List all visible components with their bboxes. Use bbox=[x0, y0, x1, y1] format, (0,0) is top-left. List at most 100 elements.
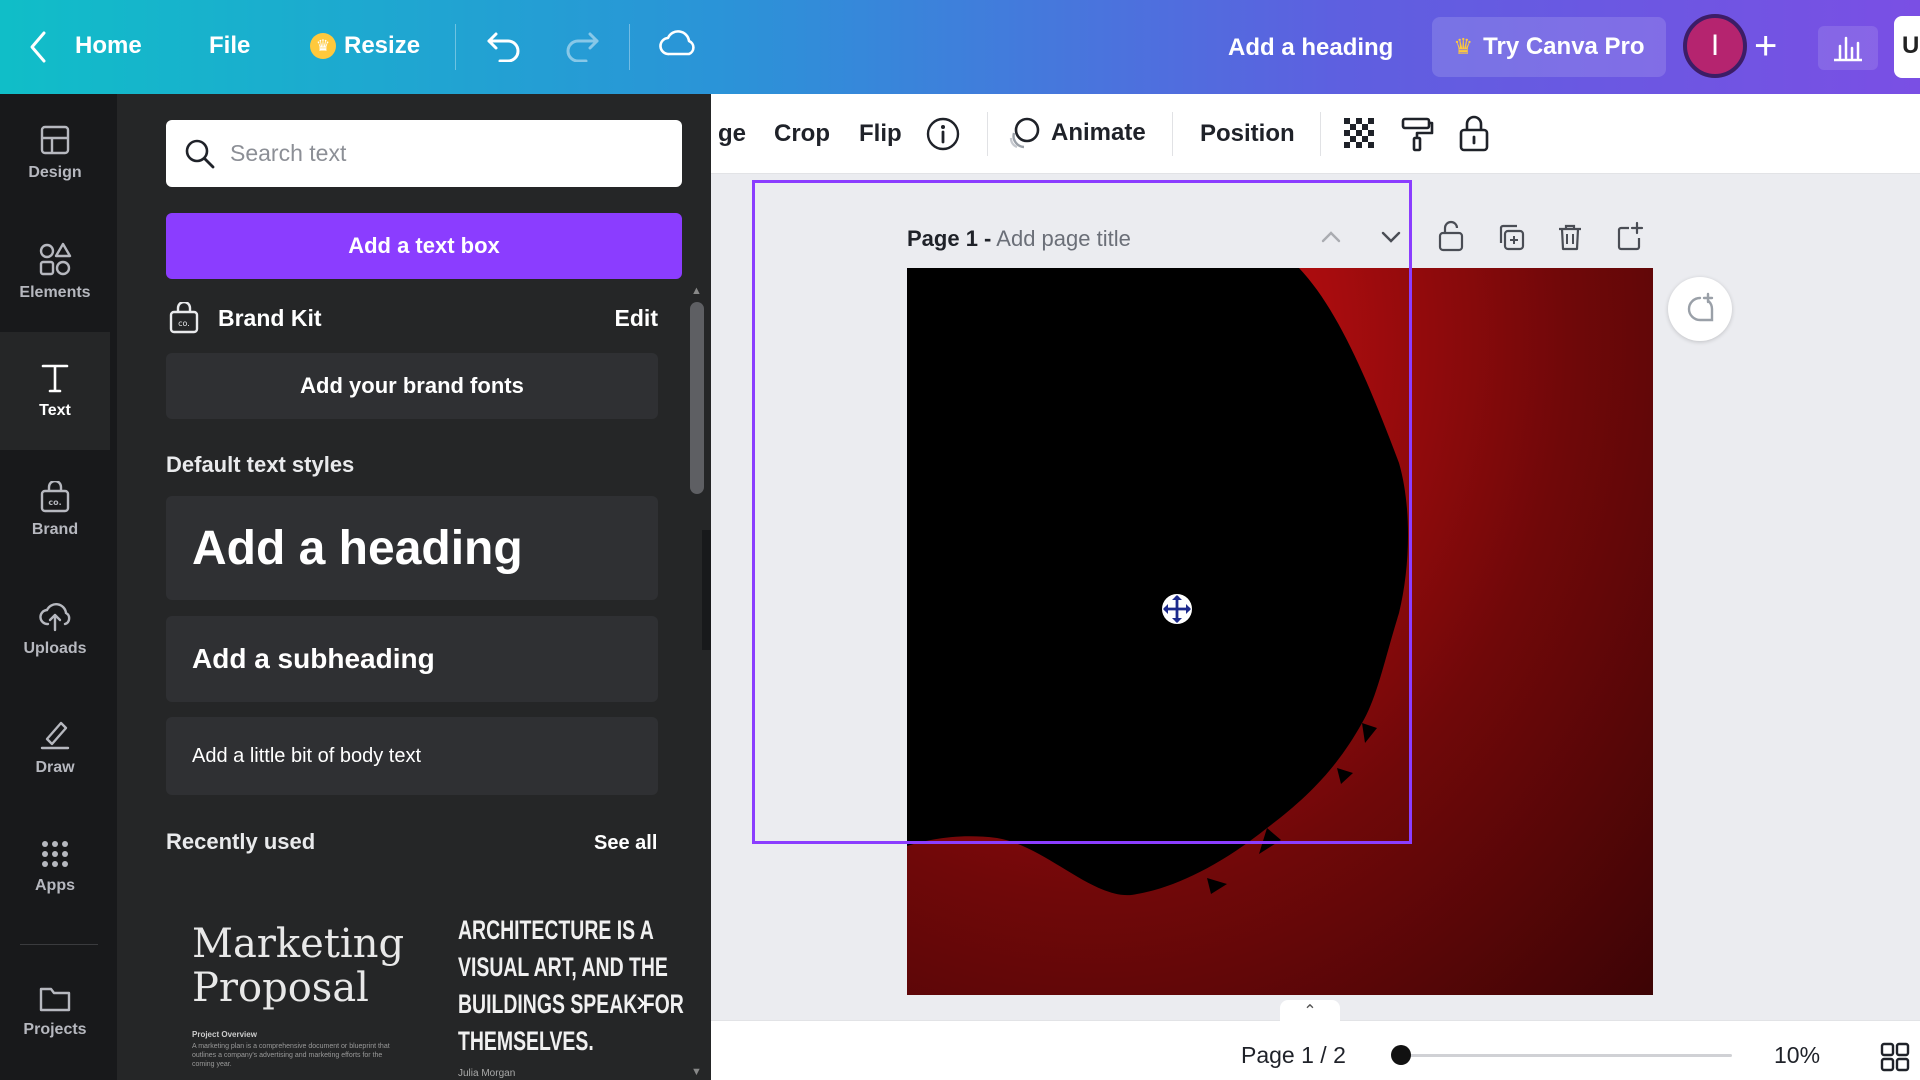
rail-divider bbox=[20, 944, 98, 945]
crown-icon: ♛ bbox=[1453, 34, 1474, 59]
quote-line: THEMSELVES. bbox=[458, 1026, 594, 1056]
add-comment-button[interactable] bbox=[1668, 277, 1732, 341]
delete-page-icon[interactable] bbox=[1556, 222, 1584, 257]
selection-frame[interactable] bbox=[752, 180, 1412, 844]
rail-label: Projects bbox=[23, 1021, 87, 1038]
marketing-title: Marketing Proposal bbox=[192, 922, 404, 1010]
avatar[interactable]: I bbox=[1683, 14, 1747, 78]
brand-kit-row: co. Brand Kit Edit bbox=[168, 302, 658, 334]
try-pro-label: Try Canva Pro bbox=[1483, 33, 1645, 60]
zoom-slider[interactable] bbox=[1400, 1054, 1732, 1057]
search-placeholder: Search text bbox=[230, 140, 347, 166]
resize-label: Resize bbox=[344, 32, 421, 59]
text-icon bbox=[41, 364, 69, 393]
move-cursor-icon bbox=[1160, 592, 1194, 631]
add-subheading-style[interactable]: Add a subheading bbox=[166, 616, 658, 702]
try-canva-pro-button[interactable]: ♛ Try Canva Pro bbox=[1432, 17, 1666, 77]
toolbar-divider bbox=[1172, 112, 1173, 156]
page-indicator[interactable]: Page 1 / 2 bbox=[1241, 1042, 1346, 1069]
panel-scroll-up-arrow-icon[interactable]: ▲ bbox=[691, 285, 702, 297]
rail-label: Draw bbox=[35, 759, 75, 776]
next-arrow-icon[interactable]: › bbox=[636, 985, 646, 1019]
architecture-quote: ARCHITECTURE IS A VISUAL ART, AND THE BU… bbox=[458, 912, 684, 1060]
rail-label: Elements bbox=[19, 284, 91, 301]
insights-chart-icon[interactable] bbox=[1818, 26, 1878, 70]
crop-button[interactable]: Crop bbox=[774, 120, 830, 148]
upload-icon bbox=[39, 603, 71, 632]
comment-plus-icon bbox=[1687, 292, 1714, 322]
paint-roller-icon[interactable] bbox=[1400, 116, 1434, 159]
recent-template-architecture-quote[interactable]: ARCHITECTURE IS A VISUAL ART, AND THE BU… bbox=[448, 912, 684, 1080]
add-member-plus-icon[interactable]: + bbox=[1754, 24, 1777, 69]
animate-label: Animate bbox=[1051, 119, 1146, 146]
brand-kit-label: Brand Kit bbox=[218, 304, 322, 331]
panel-scrollbar[interactable] bbox=[690, 302, 704, 494]
svg-text:co.: co. bbox=[48, 498, 61, 507]
cloud-save-icon[interactable] bbox=[659, 28, 697, 60]
home-button[interactable]: Home bbox=[75, 32, 142, 60]
flip-button[interactable]: Flip bbox=[859, 120, 902, 148]
see-all-link[interactable]: See all bbox=[594, 832, 657, 855]
recent-template-marketing-proposal[interactable]: Marketing Proposal Project Overview A ma… bbox=[170, 898, 404, 1080]
toolbar-divider bbox=[1320, 112, 1321, 156]
rail-item-design[interactable]: Design bbox=[0, 94, 110, 212]
heading-sample-text: Add a heading bbox=[192, 521, 523, 575]
crown-icon: ♛ bbox=[310, 33, 336, 59]
add-text-box-button[interactable]: Add a text box bbox=[166, 213, 682, 279]
share-button[interactable]: U bbox=[1894, 16, 1920, 78]
page-lock-icon[interactable] bbox=[1437, 220, 1465, 257]
toolbar-divider bbox=[629, 24, 630, 70]
rail-label: Text bbox=[39, 402, 71, 419]
add-page-icon[interactable] bbox=[1615, 220, 1645, 257]
toolbar-divider bbox=[987, 112, 988, 156]
rail-label: Apps bbox=[35, 877, 75, 894]
file-menu-button[interactable]: File bbox=[209, 32, 250, 60]
rail-item-apps[interactable]: Apps bbox=[0, 808, 110, 926]
zoom-level[interactable]: 10% bbox=[1774, 1042, 1820, 1069]
show-pages-chevron-up-icon[interactable]: ⌃ bbox=[1280, 1000, 1340, 1022]
folder-icon bbox=[39, 987, 71, 1012]
position-button[interactable]: Position bbox=[1200, 120, 1295, 148]
duplicate-page-icon[interactable] bbox=[1496, 222, 1526, 257]
rail-item-draw[interactable]: Draw bbox=[0, 689, 110, 807]
back-chevron-icon[interactable] bbox=[28, 30, 48, 64]
zoom-slider-handle[interactable] bbox=[1391, 1045, 1411, 1065]
marketing-subtitle: Project Overview bbox=[192, 1030, 257, 1039]
lock-icon[interactable] bbox=[1458, 114, 1490, 159]
draw-icon bbox=[40, 721, 70, 750]
grid-view-icon[interactable] bbox=[1880, 1042, 1910, 1077]
quote-line: BUILDINGS SPEAK FOR bbox=[458, 989, 684, 1019]
add-heading-style[interactable]: Add a heading bbox=[166, 496, 658, 600]
marketing-description: A marketing plan is a comprehensive docu… bbox=[192, 1043, 390, 1068]
layout-icon bbox=[40, 125, 70, 155]
top-bar: Home File ♛ Resize Add a heading ♛ Try C… bbox=[0, 0, 1920, 94]
default-text-styles-title: Default text styles bbox=[166, 452, 355, 477]
apps-icon bbox=[42, 841, 68, 867]
undo-icon[interactable] bbox=[486, 28, 522, 62]
search-input[interactable]: Search text bbox=[166, 120, 682, 187]
body-sample-text: Add a little bit of body text bbox=[192, 744, 422, 767]
shapes-icon bbox=[39, 242, 72, 276]
rail-item-uploads[interactable]: Uploads bbox=[0, 570, 110, 688]
redo-icon[interactable] bbox=[564, 28, 600, 62]
rail-item-brand[interactable]: co. Brand bbox=[0, 451, 110, 569]
rail-item-elements[interactable]: Elements bbox=[0, 213, 110, 331]
brand-icon: co. bbox=[40, 481, 70, 513]
rail-item-projects[interactable]: Projects bbox=[0, 953, 110, 1071]
rail-item-text[interactable]: Text bbox=[0, 332, 110, 450]
quote-line: ARCHITECTURE IS A bbox=[458, 915, 654, 945]
add-brand-fonts-button[interactable]: Add your brand fonts bbox=[166, 353, 658, 419]
info-icon[interactable] bbox=[925, 116, 961, 159]
add-body-text-style[interactable]: Add a little bit of body text bbox=[166, 717, 658, 795]
marketing-title-line: Proposal bbox=[192, 965, 369, 1011]
subheading-sample-text: Add a subheading bbox=[192, 643, 435, 674]
resize-button[interactable]: ♛ Resize bbox=[310, 32, 420, 60]
edit-image-button[interactable]: ge bbox=[718, 120, 746, 148]
animate-icon bbox=[1009, 117, 1040, 149]
transparency-icon[interactable] bbox=[1343, 117, 1377, 158]
design-title[interactable]: Add a heading bbox=[1228, 34, 1393, 62]
panel-scroll-down-arrow-icon[interactable]: ▼ bbox=[691, 1066, 702, 1078]
animate-button[interactable]: Animate bbox=[1007, 116, 1146, 150]
quote-author: Julia Morgan bbox=[458, 1068, 516, 1079]
brand-kit-edit-link[interactable]: Edit bbox=[615, 305, 658, 332]
